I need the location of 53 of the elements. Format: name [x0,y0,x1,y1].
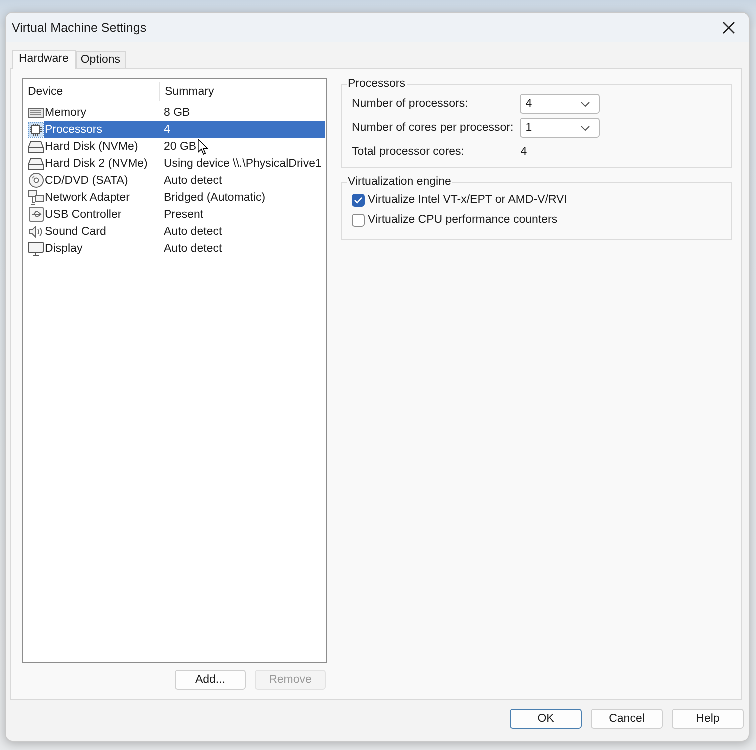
dialog-button[interactable]: Help [672,709,744,729]
dialog-button[interactable]: OK [510,709,582,729]
device-summary: Auto detect [163,242,222,256]
device-summary: 4 [159,121,325,138]
dropdown[interactable]: 1 [520,118,600,138]
close-icon [723,22,735,34]
chevron-down-icon [580,126,590,130]
group-title: Virtualization engine [347,176,452,188]
disc-icon [28,173,44,188]
dialog-button[interactable]: Cancel [591,709,663,729]
chevron-down-icon [580,102,590,106]
device-summary: Present [163,208,204,222]
tab[interactable]: Options [76,51,126,68]
speaker-icon [29,226,43,238]
hard-drive-icon [28,158,44,170]
device-summary: Using device \\.\PhysicalDrive1 [163,156,322,172]
checkbox-label[interactable]: Virtualize Intel VT-x/EPT or AMD-V/RVI [368,194,568,206]
device-name[interactable]: Network Adapter [44,189,159,206]
column-header[interactable]: Device [23,82,160,101]
device-name[interactable]: Hard Disk 2 (NVMe) [44,155,159,172]
checkbox[interactable] [352,214,365,226]
device-summary: Bridged (Automatic) [163,190,266,206]
device-name[interactable]: Processors [44,121,159,138]
device-name[interactable]: CD/DVD (SATA) [44,172,159,189]
memory-icon [28,108,44,118]
checkbox-label[interactable]: Virtualize CPU performance counters [368,214,558,226]
hard-drive-icon [28,140,44,152]
chip-icon [28,122,44,138]
window-title: Virtual Machine Settings [12,20,147,34]
network-icon [28,190,44,205]
monitor-icon [28,242,44,256]
device-summary: Auto detect [163,224,222,240]
checkbox[interactable] [352,194,365,206]
field-label: Total processor cores: [352,146,466,158]
dropdown[interactable]: 4 [520,94,600,114]
usb-icon [28,207,44,222]
device-name[interactable]: Display [44,240,159,257]
device-name[interactable]: Sound Card [44,223,159,240]
checkmark-icon [354,196,363,204]
mouse-pointer-icon [198,139,208,155]
field-value: 4 [520,145,528,160]
field-label: Number of processors: [352,98,470,110]
field-label: Number of cores per processor: [352,122,514,134]
group-title: Processors [347,78,407,90]
device-name[interactable]: USB Controller [44,206,159,223]
dialog-button[interactable]: Add... [175,670,246,690]
device-name[interactable]: Memory [44,104,159,121]
device-summary: 20 GB [163,140,197,154]
device-name[interactable]: Hard Disk (NVMe) [44,138,159,155]
device-summary: Auto detect [163,174,222,188]
tab[interactable]: Hardware [12,50,76,69]
device-summary: 8 GB [163,106,190,120]
column-header[interactable]: Summary [160,82,214,101]
